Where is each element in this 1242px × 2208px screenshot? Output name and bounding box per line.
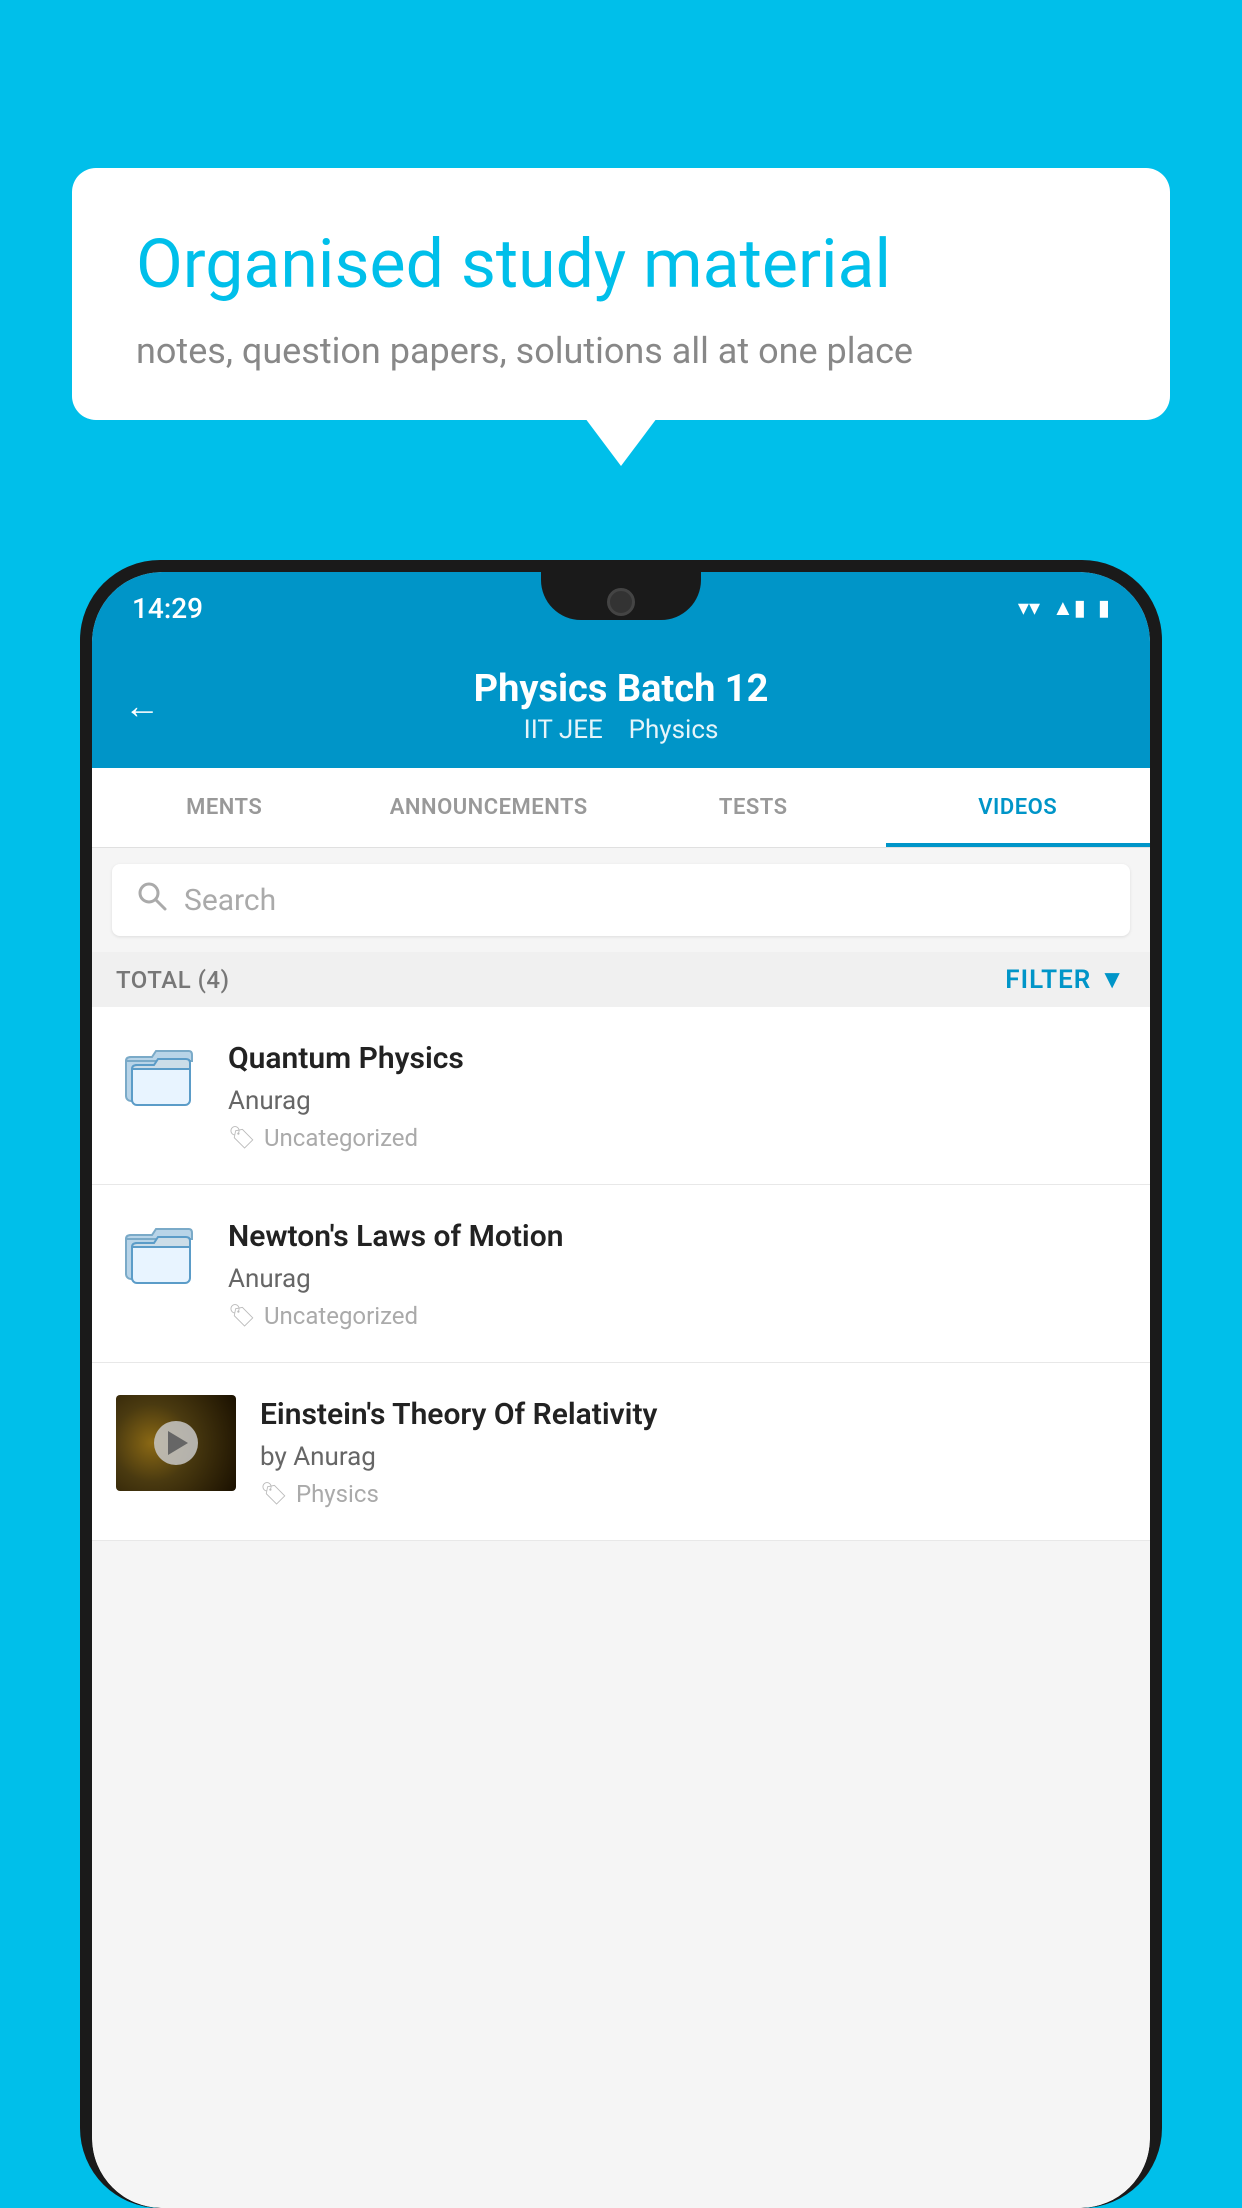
video-title: Quantum Physics — [228, 1039, 1126, 1078]
folder-icon-container — [116, 1039, 204, 1107]
video-info: Newton's Laws of Motion Anurag 🏷 Uncateg… — [228, 1217, 1126, 1330]
video-tag: 🏷 Uncategorized — [228, 1124, 1126, 1152]
tag-text: Uncategorized — [264, 1302, 418, 1330]
search-icon — [136, 880, 168, 920]
tab-ments[interactable]: MENTS — [92, 768, 357, 847]
status-time: 14:29 — [132, 592, 203, 625]
tabs-bar: MENTS ANNOUNCEMENTS TESTS VIDEOS — [92, 768, 1150, 848]
tag-icon: 🏷 — [228, 1126, 256, 1151]
camera — [607, 588, 635, 616]
video-author: by Anurag — [260, 1442, 1126, 1472]
bubble-subtitle: notes, question papers, solutions all at… — [136, 330, 1106, 372]
filter-row: TOTAL (4) FILTER ▼ — [92, 952, 1150, 1007]
bubble-title: Organised study material — [136, 224, 1106, 306]
video-tag: 🏷 Uncategorized — [228, 1302, 1126, 1330]
signal-icon: ▲▮ — [1052, 595, 1086, 621]
tag-text: Uncategorized — [264, 1124, 418, 1152]
app-header: ← Physics Batch 12 IIT JEE Physics — [92, 644, 1150, 768]
thumbnail-image — [116, 1395, 236, 1491]
list-item[interactable]: Quantum Physics Anurag 🏷 Uncategorized — [92, 1007, 1150, 1185]
video-thumbnail — [116, 1395, 236, 1491]
video-info: Einstein's Theory Of Relativity by Anura… — [260, 1395, 1126, 1508]
list-item[interactable]: Newton's Laws of Motion Anurag 🏷 Uncateg… — [92, 1185, 1150, 1363]
total-count: TOTAL (4) — [116, 966, 229, 994]
video-author: Anurag — [228, 1264, 1126, 1294]
folder-icon-container — [116, 1217, 204, 1285]
tag-icon: 🏷 — [228, 1304, 256, 1329]
video-title: Einstein's Theory Of Relativity — [260, 1395, 1126, 1434]
back-button[interactable]: ← — [124, 685, 160, 727]
header-title: Physics Batch 12 — [474, 667, 769, 711]
video-list: Quantum Physics Anurag 🏷 Uncategorized — [92, 1007, 1150, 1541]
folder-icon — [124, 1043, 196, 1107]
phone-screen: 14:29 ▾▾ ▲▮ ▮ ← Physics Batch 12 IIT JEE… — [92, 572, 1150, 2208]
filter-button[interactable]: FILTER ▼ — [1005, 964, 1126, 995]
phone-frame: 14:29 ▾▾ ▲▮ ▮ ← Physics Batch 12 IIT JEE… — [80, 560, 1162, 2208]
play-triangle-icon — [168, 1431, 188, 1455]
tab-tests[interactable]: TESTS — [621, 768, 886, 847]
folder-icon — [124, 1221, 196, 1285]
speech-bubble: Organised study material notes, question… — [72, 168, 1170, 420]
filter-icon: ▼ — [1099, 964, 1126, 995]
header-subtitle-physics: Physics — [629, 715, 719, 745]
search-placeholder: Search — [184, 883, 276, 918]
filter-label: FILTER — [1005, 965, 1091, 995]
wifi-icon: ▾▾ — [1018, 596, 1040, 621]
video-tag: 🏷 Physics — [260, 1480, 1126, 1508]
header-subtitle-iitjee: IIT JEE — [524, 715, 603, 745]
list-item[interactable]: Einstein's Theory Of Relativity by Anura… — [92, 1363, 1150, 1541]
play-button[interactable] — [154, 1421, 198, 1465]
video-author: Anurag — [228, 1086, 1126, 1116]
search-bar[interactable]: Search — [112, 864, 1130, 936]
screen-content: Search TOTAL (4) FILTER ▼ — [92, 848, 1150, 2208]
tab-announcements[interactable]: ANNOUNCEMENTS — [357, 768, 622, 847]
tab-videos[interactable]: VIDEOS — [886, 768, 1151, 847]
phone-inner: 14:29 ▾▾ ▲▮ ▮ ← Physics Batch 12 IIT JEE… — [92, 572, 1150, 2208]
notch — [541, 572, 701, 620]
header-subtitle: IIT JEE Physics — [524, 715, 719, 745]
battery-icon: ▮ — [1098, 596, 1110, 621]
status-icons: ▾▾ ▲▮ ▮ — [1018, 595, 1110, 621]
tag-icon: 🏷 — [260, 1482, 288, 1507]
tag-text: Physics — [296, 1480, 379, 1508]
video-title: Newton's Laws of Motion — [228, 1217, 1126, 1256]
video-info: Quantum Physics Anurag 🏷 Uncategorized — [228, 1039, 1126, 1152]
